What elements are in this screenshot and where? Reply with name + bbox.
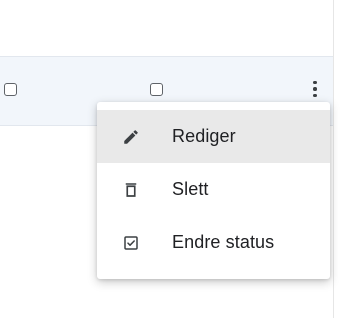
menu-item-label: Endre status [172,232,275,252]
row-checkbox[interactable] [4,83,17,96]
kebab-dot [313,87,317,91]
menu-item-delete[interactable]: Slett [97,163,330,216]
right-edge-panel [333,0,345,318]
menu-item-change-status[interactable]: Endre status [97,216,330,269]
menu-item-label: Slett [172,179,209,199]
kebab-dot [313,93,317,98]
context-menu: Rediger Slett Endre status [97,102,330,279]
trash-icon [122,181,140,199]
menu-item-edit[interactable]: Rediger [97,110,330,163]
pencil-icon [122,128,140,146]
menu-item-label: Rediger [172,126,236,146]
row-checkbox[interactable] [150,83,163,96]
kebab-dot [313,80,317,85]
checkbox-checked-icon [122,234,140,252]
more-options-icon[interactable] [307,75,323,103]
